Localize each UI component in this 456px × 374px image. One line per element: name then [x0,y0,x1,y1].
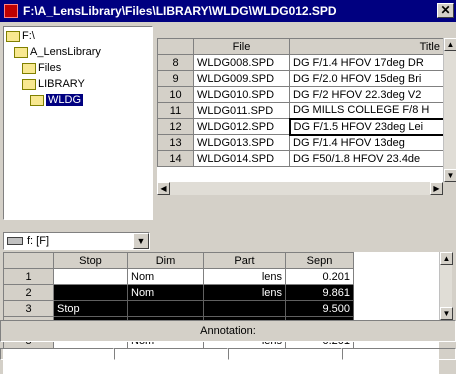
column-header[interactable] [3,252,54,269]
status-bar [0,348,456,360]
tree-item-label: LIBRARY [38,78,85,90]
status-cell [0,348,114,360]
row-number: 1 [3,268,54,285]
file-grid-vertical-scrollbar[interactable]: ▲ ▼ [443,38,456,182]
status-cell [342,348,456,360]
row-number: 13 [157,134,194,151]
tree-item[interactable]: A_LensLibrary [14,45,101,59]
part-cell[interactable]: lens [203,268,286,285]
row-number: 3 [3,300,54,317]
table-row[interactable]: 2 Nom lens 9.861 [3,284,354,301]
chevron-down-icon[interactable]: ▼ [133,233,149,249]
table-row[interactable]: 11 WLDG011.SPD DG MILLS COLLEGE F/8 H [157,102,443,119]
dim-cell[interactable]: Nom [127,284,204,301]
table-row[interactable]: 8 WLDG008.SPD DG F/1.4 HFOV 17deg DR [157,54,443,71]
scroll-up-icon[interactable]: ▲ [440,252,453,265]
row-number: 2 [3,284,54,301]
column-header[interactable] [157,38,194,55]
part-cell[interactable]: lens [203,284,286,301]
tree-item-label: A_LensLibrary [30,46,101,58]
tree-item[interactable]: Files [22,61,61,75]
dim-cell[interactable]: Nom [127,268,204,285]
open-folder-icon [22,62,36,74]
tree-item[interactable]: F:\ [6,29,35,43]
drive-icon [7,237,23,245]
surface-grid-vertical-scrollbar[interactable]: ▲ ▼ [439,252,453,320]
tree-item-label: F:\ [22,30,35,42]
column-header[interactable]: Stop [53,252,128,269]
file-title-cell[interactable]: DG F50/1.8 HFOV 23.4de [289,150,443,167]
file-name-cell[interactable]: WLDG009.SPD [193,70,290,87]
file-name-cell[interactable]: WLDG013.SPD [193,134,290,151]
column-header[interactable]: Sepn [285,252,354,269]
file-grid[interactable]: File Title 8 WLDG008.SPD DG F/1.4 HFOV 17de… [157,38,443,182]
close-button[interactable]: ✕ [437,3,454,18]
file-name-cell[interactable]: WLDG014.SPD [193,150,290,167]
sepn-cell[interactable]: 9.861 [285,284,354,301]
status-cell [228,348,342,360]
open-folder-icon [22,78,36,90]
scroll-up-icon[interactable]: ▲ [444,38,456,51]
file-title-cell[interactable]: DG MILLS COLLEGE F/8 H [289,102,443,119]
table-row[interactable]: 1 Nom lens 0.201 [3,268,354,285]
tree-item-label: WLDG [46,94,83,106]
table-row[interactable]: 14 WLDG014.SPD DG F50/1.8 HFOV 23.4de [157,150,443,167]
app-icon [4,4,18,18]
column-header[interactable]: Part [203,252,286,269]
file-title-cell[interactable]: DG F/2 HFOV 22.3deg V2 [289,86,443,103]
file-title-cell[interactable]: DG F/2.0 HFOV 15deg Bri [289,70,443,87]
open-folder-icon [14,46,28,58]
row-number: 12 [157,118,194,135]
title-bar[interactable]: F:\A_LensLibrary\Files\LIBRARY\WLDG\WLDG… [0,0,456,22]
part-cell[interactable] [203,300,286,317]
column-header[interactable]: Dim [127,252,204,269]
tree-item[interactable]: LIBRARY [22,77,85,91]
drive-value: f: [F] [27,235,49,247]
file-name-cell[interactable]: WLDG011.SPD [193,102,290,119]
file-name-cell[interactable]: WLDG010.SPD [193,86,290,103]
column-header[interactable]: Title [289,38,443,55]
open-folder-icon [6,30,20,42]
scroll-right-icon[interactable]: ▶ [430,182,443,195]
file-title-cell[interactable]: DG F/1.4 HFOV 17deg DR [289,54,443,71]
table-row[interactable]: 10 WLDG010.SPD DG F/2 HFOV 22.3deg V2 [157,86,443,103]
tree-item[interactable]: WLDG [30,93,83,107]
annotation-bar: Annotation: [0,320,456,342]
scroll-down-icon[interactable]: ▼ [440,307,453,320]
file-grid-horizontal-scrollbar[interactable]: ◀ ▶ [157,182,443,195]
file-title-cell[interactable]: DG F/1.5 HFOV 23deg Lei [288,117,443,136]
drive-select[interactable]: f: [F] ▼ [3,232,150,250]
tree-item-label: Files [38,62,62,74]
file-name-cell[interactable]: WLDG012.SPD [193,118,290,135]
row-number: 10 [157,86,194,103]
sepn-cell[interactable]: 9.500 [285,300,354,317]
folder-tree[interactable]: F:\ A_LensLibrary Files LIBRARY WLDG [3,26,153,220]
row-number: 9 [157,70,194,87]
table-row[interactable]: 9 WLDG009.SPD DG F/2.0 HFOV 15deg Bri [157,70,443,87]
scroll-down-icon[interactable]: ▼ [444,169,456,182]
row-number: 11 [157,102,194,119]
stop-cell[interactable]: Stop [53,300,128,317]
file-name-cell[interactable]: WLDG008.SPD [193,54,290,71]
table-row[interactable]: 3 Stop 9.500 [3,300,354,317]
lens-library-window: F:\A_LensLibrary\Files\LIBRARY\WLDG\WLDG… [0,0,456,374]
status-cell [114,348,228,360]
dim-cell[interactable] [127,300,204,317]
open-folder-icon [30,94,44,106]
row-number: 14 [157,150,194,167]
scroll-left-icon[interactable]: ◀ [157,182,170,195]
row-number: 8 [157,54,194,71]
file-title-cell[interactable]: DG F/1.4 HFOV 13deg [289,134,443,151]
sepn-cell[interactable]: 0.201 [285,268,354,285]
table-row[interactable]: 13 WLDG013.SPD DG F/1.4 HFOV 13deg [157,134,443,151]
table-row[interactable]: 12 WLDG012.SPD DG F/1.5 HFOV 23deg Lei [157,117,443,136]
column-header[interactable]: File [193,38,290,55]
window-title: F:\A_LensLibrary\Files\LIBRARY\WLDG\WLDG… [23,4,337,18]
stop-cell[interactable] [53,284,128,301]
stop-cell[interactable] [53,268,128,285]
